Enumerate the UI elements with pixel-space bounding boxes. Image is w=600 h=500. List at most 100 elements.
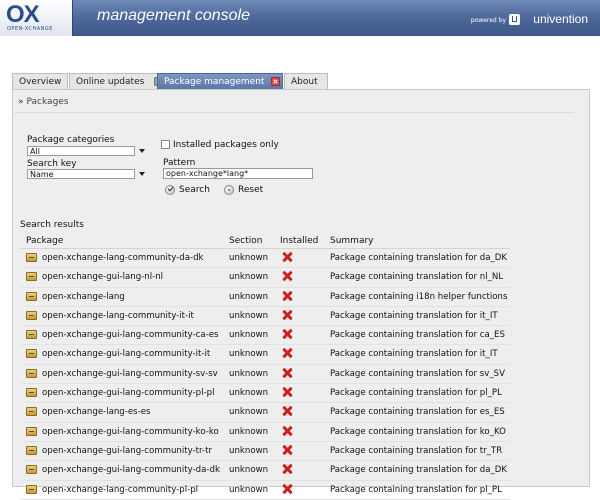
check-icon: [165, 185, 175, 195]
package-summary: Package containing translation for ko_KO: [330, 426, 506, 437]
logo-subtext: OPEN-XCHANGE: [7, 26, 53, 32]
package-summary: Package containing translation for pl_PL: [330, 388, 502, 399]
results-title: Search results: [20, 220, 84, 230]
cross-icon: [282, 426, 292, 436]
table-row[interactable]: open-xchange-gui-lang-nl-nl unknown Packag…: [20, 268, 510, 288]
package-summary: Package containing translation for it_IT: [330, 349, 498, 360]
table-row[interactable]: open-xchange-gui-lang-community-da-dk unk…: [20, 461, 510, 481]
table-row[interactable]: open-xchange-lang-es-es unknown Package co…: [20, 403, 510, 423]
pattern-input[interactable]: open-xchange*lang*: [163, 168, 313, 179]
column-header-summary[interactable]: Summary: [330, 236, 374, 246]
cross-icon: [282, 484, 292, 494]
installed-only-label: Installed packages only: [173, 140, 279, 150]
package-name: open-xchange-gui-lang-community-ca-es: [42, 330, 219, 341]
package-icon: [26, 484, 37, 494]
tab-label: Online updates: [76, 77, 145, 87]
categories-label: Package categories: [27, 135, 115, 145]
package-section: unknown: [229, 368, 269, 379]
tab-about[interactable]: About: [284, 73, 328, 89]
package-section: unknown: [229, 388, 269, 399]
cross-icon: [282, 291, 292, 301]
breadcrumb: » Packages: [18, 97, 69, 107]
package-icon: [26, 272, 37, 282]
table-row[interactable]: open-xchange-gui-lang-community-tr-tr unk…: [20, 442, 510, 462]
app-header: OX OPEN-XCHANGE management console power…: [0, 0, 600, 36]
package-icon: [26, 349, 37, 359]
table-row[interactable]: open-xchange-lang-community-it-it unknown…: [20, 307, 510, 327]
univention-logo-icon: [509, 14, 520, 25]
search-key-label: Search key: [27, 159, 77, 169]
tab-overview[interactable]: Overview: [12, 73, 68, 89]
close-icon[interactable]: [271, 77, 280, 86]
package-section: unknown: [229, 310, 269, 321]
package-section: unknown: [229, 272, 269, 283]
package-summary: Package containing translation for sv_SV: [330, 368, 505, 379]
package-name: open-xchange-gui-lang-community-pl-pl: [42, 388, 215, 399]
table-row[interactable]: open-xchange-gui-lang-community-pl-pl unk…: [20, 384, 510, 404]
column-header-installed[interactable]: Installed: [280, 236, 318, 246]
reset-icon: [224, 185, 234, 195]
package-summary: Package containing translation for ca_ES: [330, 330, 505, 341]
package-icon: [26, 407, 37, 417]
table-row[interactable]: open-xchange-gui-lang-community-ca-es unk…: [20, 326, 510, 346]
chevron-down-icon[interactable]: [139, 172, 145, 176]
package-summary: Package containing translation for nl_NL: [330, 272, 504, 283]
breadcrumb-label: Packages: [26, 97, 69, 107]
package-name: open-xchange-gui-lang-community-tr-tr: [42, 445, 213, 456]
package-name: open-xchange-gui-lang-community-it-it: [42, 349, 211, 360]
powered-by-label: powered by: [470, 17, 506, 24]
reset-button-label: Reset: [238, 185, 264, 195]
column-header-package[interactable]: Package: [26, 236, 63, 246]
package-section: unknown: [229, 330, 269, 341]
search-key-select[interactable]: Name: [27, 169, 135, 179]
package-summary: Package containing translation for tr_TR: [330, 445, 503, 456]
package-section: unknown: [229, 465, 269, 476]
ox-logo: OX OPEN-XCHANGE: [0, 0, 73, 36]
cross-icon: [282, 329, 292, 339]
cross-icon: [282, 252, 292, 262]
package-icon: [26, 310, 37, 320]
table-row[interactable]: open-xchange-gui-lang-community-sv-sv unk…: [20, 365, 510, 385]
results-table: open-xchange-lang-community-da-dk unknown…: [20, 249, 510, 500]
logo-text: OX: [6, 1, 40, 28]
package-section: unknown: [229, 426, 269, 437]
package-icon: [26, 368, 37, 378]
package-name: open-xchange-lang-community-it-it: [42, 310, 194, 321]
package-icon: [26, 426, 37, 436]
package-section: unknown: [229, 445, 269, 456]
table-row[interactable]: open-xchange-gui-lang-community-it-it unk…: [20, 345, 510, 365]
tab-package-management[interactable]: Package management: [157, 73, 283, 89]
package-section: unknown: [229, 291, 269, 302]
installed-only-checkbox[interactable]: [161, 140, 170, 149]
package-section: unknown: [229, 407, 269, 418]
package-summary: Package containing translation for pl_PL: [330, 484, 502, 495]
cross-icon: [282, 445, 292, 455]
search-button[interactable]: Search: [165, 184, 210, 196]
package-section: unknown: [229, 253, 269, 263]
pattern-label: Pattern: [163, 158, 196, 168]
package-icon: [26, 465, 37, 475]
table-row[interactable]: open-xchange-gui-lang-community-ko-ko unk…: [20, 423, 510, 442]
console-title: management console: [97, 7, 250, 24]
package-name: open-xchange-gui-lang-community-sv-sv: [42, 368, 218, 379]
table-row[interactable]: open-xchange-lang-community-pl-pl unknown…: [20, 481, 510, 500]
cross-icon: [282, 271, 292, 281]
tab-online-updates[interactable]: Online updates: [69, 73, 165, 89]
table-row[interactable]: open-xchange-lang-community-da-dk unknown…: [20, 249, 510, 269]
package-icon: [26, 388, 37, 398]
double-chevron-icon: »: [18, 97, 24, 107]
search-button-label: Search: [179, 185, 210, 195]
package-section: unknown: [229, 349, 269, 360]
categories-value: All: [30, 147, 40, 156]
package-name: open-xchange-gui-lang-community-ko-ko: [42, 426, 219, 437]
reset-button[interactable]: Reset: [224, 184, 263, 196]
chevron-down-icon[interactable]: [139, 149, 145, 153]
package-name: open-xchange-lang: [42, 291, 125, 302]
tab-label: Overview: [19, 77, 62, 87]
package-icon: [26, 445, 37, 455]
column-header-section[interactable]: Section: [229, 236, 262, 246]
categories-select[interactable]: All: [27, 146, 135, 156]
cross-icon: [282, 387, 292, 397]
package-summary: Package containing translation for da_DK: [330, 253, 508, 263]
table-row[interactable]: open-xchange-lang unknown Package containi…: [20, 288, 510, 307]
